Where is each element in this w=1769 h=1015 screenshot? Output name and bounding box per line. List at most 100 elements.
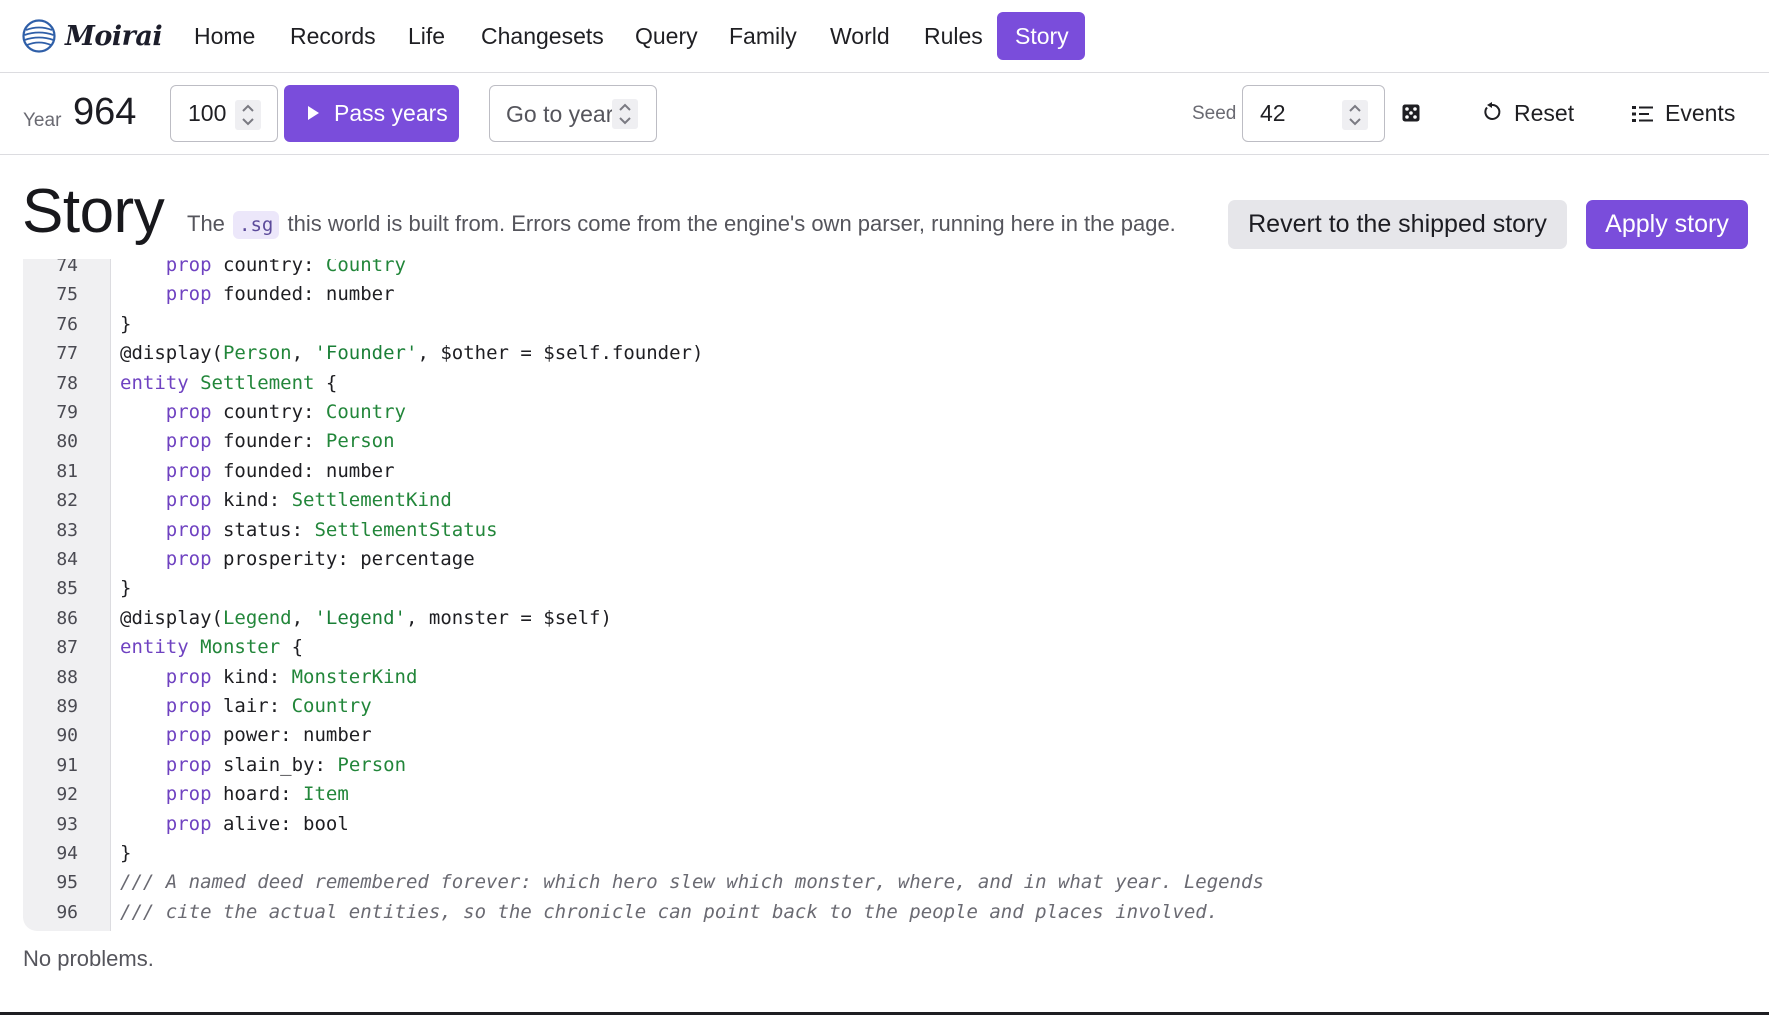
apply-story-button[interactable]: Apply story bbox=[1586, 200, 1748, 249]
code-text: } bbox=[120, 574, 131, 603]
nav-changesets[interactable]: Changesets bbox=[463, 12, 622, 60]
code-token: entity bbox=[120, 371, 189, 394]
code-text: prop kind: SettlementKind bbox=[120, 486, 452, 515]
code-line: 74 prop country: Country bbox=[23, 259, 1749, 280]
code-token: alive: bool bbox=[211, 812, 349, 835]
code-token: Country bbox=[291, 695, 372, 717]
code-text: prop status: SettlementStatus bbox=[120, 516, 498, 545]
code-line: 82 prop kind: SettlementKind bbox=[23, 486, 1749, 515]
revert-story-button[interactable]: Revert to the shipped story bbox=[1228, 200, 1567, 249]
nav-life[interactable]: Life bbox=[390, 12, 463, 60]
go-to-year-placeholder: Go to year bbox=[506, 101, 614, 127]
page-title: Story bbox=[22, 177, 165, 246]
line-number: 86 bbox=[56, 607, 78, 629]
nav-rules[interactable]: Rules bbox=[906, 12, 1001, 60]
code-token: kind: bbox=[211, 665, 292, 688]
code-token: @display( bbox=[120, 606, 223, 629]
code-line: 89 prop lair: Country bbox=[23, 692, 1749, 721]
code-token: prosperity: percentage bbox=[211, 548, 475, 570]
description-rest: this world is built from. Errors come fr… bbox=[287, 211, 1176, 236]
code-token: 'Founder' bbox=[314, 342, 418, 365]
randomize-seed-button[interactable] bbox=[1402, 104, 1420, 127]
stepper-arrows-icon[interactable] bbox=[612, 99, 638, 129]
years-step-value: 100 bbox=[188, 100, 227, 126]
code-text: /// cite the actual entities, so the chr… bbox=[120, 898, 1218, 927]
go-to-year-input[interactable]: Go to year bbox=[489, 85, 657, 142]
code-token: } bbox=[120, 577, 132, 600]
code-text: prop prosperity: percentage bbox=[120, 545, 475, 574]
code-token: Person bbox=[325, 430, 395, 453]
description-lead: The bbox=[187, 211, 225, 236]
nav-home[interactable]: Home bbox=[176, 12, 273, 60]
line-number: 89 bbox=[56, 696, 78, 717]
stepper-arrows-icon[interactable] bbox=[235, 100, 261, 130]
events-label: Events bbox=[1665, 100, 1736, 126]
code-line: 81 prop founded: number bbox=[23, 457, 1749, 486]
nav-world[interactable]: World bbox=[812, 12, 908, 60]
code-token: slain_by: bbox=[211, 753, 338, 776]
years-step-input[interactable]: 100 bbox=[170, 85, 278, 142]
line-number: 81 bbox=[56, 460, 78, 482]
code-line: 80 prop founder: Person bbox=[23, 427, 1749, 456]
code-text: entity Settlement { bbox=[120, 369, 337, 398]
app-logo[interactable]: Moirai bbox=[22, 19, 163, 53]
code-text: prop founded: number bbox=[120, 280, 395, 309]
code-text: } bbox=[120, 310, 131, 339]
line-number: 80 bbox=[56, 431, 78, 453]
code-line: 87 entity Monster { bbox=[23, 633, 1749, 662]
code-token: prop bbox=[165, 401, 212, 423]
line-number: 88 bbox=[56, 666, 78, 688]
reset-label: Reset bbox=[1514, 100, 1575, 126]
code-line: 94} bbox=[23, 839, 1749, 868]
seed-label: Seed bbox=[1192, 103, 1237, 124]
dice-icon bbox=[1402, 104, 1420, 122]
line-number: 90 bbox=[56, 725, 78, 747]
code-token: country: bbox=[211, 259, 326, 276]
code-line: 96 /// cite the actual entities, so the c… bbox=[23, 898, 1749, 927]
line-number: 79 bbox=[56, 402, 78, 423]
nav-records[interactable]: Records bbox=[272, 12, 394, 60]
code-token: power: number bbox=[211, 724, 372, 747]
nav-story[interactable]: Story bbox=[997, 12, 1085, 60]
line-number: 94 bbox=[56, 843, 78, 864]
reset-icon bbox=[1484, 102, 1501, 120]
code-token: Legend bbox=[222, 606, 292, 629]
current-year: 964 bbox=[73, 91, 137, 133]
code-line: 75 prop founded: number bbox=[23, 280, 1749, 309]
nav-family[interactable]: Family bbox=[711, 12, 815, 60]
stepper-arrows-icon[interactable] bbox=[1342, 100, 1368, 130]
line-number: 93 bbox=[56, 813, 78, 835]
code-line: 95 /// A named deed remembered forever: w… bbox=[23, 868, 1749, 897]
code-token: , monster = $self) bbox=[406, 606, 612, 629]
code-text: /// A named deed remembered forever: whi… bbox=[120, 868, 1264, 897]
code-token: Item bbox=[303, 783, 349, 806]
code-editor[interactable]: 74 prop country: Country 75 prop founded:… bbox=[23, 259, 1749, 931]
code-token: prop bbox=[165, 753, 212, 776]
line-number: 78 bbox=[56, 372, 78, 394]
nav-query[interactable]: Query bbox=[617, 12, 716, 60]
line-number: 95 bbox=[56, 872, 78, 894]
code-text: prop founder: Person bbox=[120, 427, 395, 456]
code-token: SettlementKind bbox=[291, 489, 452, 512]
code-token: entity bbox=[120, 636, 189, 659]
code-token: Monster bbox=[200, 636, 281, 659]
code-token: prop bbox=[165, 459, 212, 482]
code-token: founded: number bbox=[211, 459, 395, 482]
code-token: prop bbox=[165, 724, 212, 747]
line-number: 82 bbox=[56, 490, 78, 512]
line-number: 77 bbox=[56, 343, 78, 365]
pass-years-button[interactable]: Pass years bbox=[284, 85, 459, 142]
events-button[interactable]: Events bbox=[1630, 85, 1748, 142]
code-token: , $other = $self.founder) bbox=[417, 342, 704, 365]
list-icon bbox=[1632, 106, 1653, 122]
code-token: country: bbox=[211, 401, 326, 423]
code-line: 78 entity Settlement { bbox=[23, 369, 1749, 398]
code-token: Person bbox=[222, 342, 292, 365]
reset-button[interactable]: Reset bbox=[1478, 85, 1588, 142]
code-line: 76} bbox=[23, 310, 1749, 339]
seed-input[interactable]: 42 bbox=[1242, 85, 1385, 142]
